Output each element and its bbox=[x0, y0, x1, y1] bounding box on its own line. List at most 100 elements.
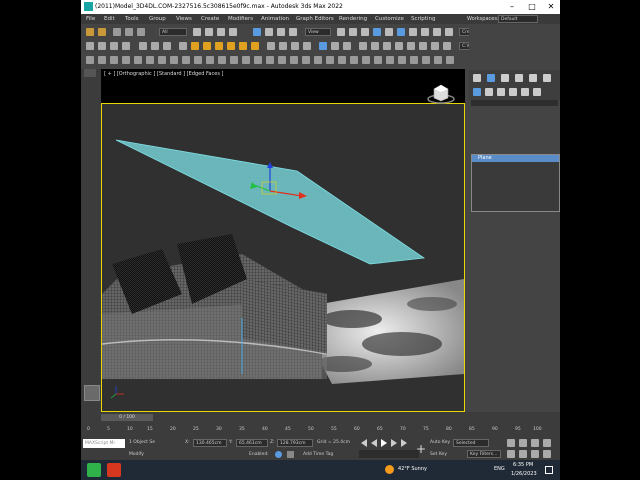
modify-tab-icon[interactable] bbox=[487, 74, 495, 82]
viewport-label[interactable]: [ + ] [Orthographic ] [Standard ] [Edged… bbox=[104, 71, 223, 77]
sun-icon[interactable] bbox=[203, 42, 211, 50]
zoom-extents-all-icon[interactable] bbox=[543, 439, 551, 447]
clock-time[interactable]: 6:35 PM bbox=[513, 462, 533, 468]
schematic-view-icon[interactable] bbox=[134, 56, 142, 64]
undo-icon[interactable] bbox=[86, 28, 94, 36]
plane-icon[interactable] bbox=[303, 42, 311, 50]
compositor-icon[interactable] bbox=[374, 56, 382, 64]
active-shade-icon[interactable] bbox=[151, 42, 159, 50]
perspective-viewport[interactable] bbox=[101, 103, 465, 412]
time-tag-icon[interactable] bbox=[287, 451, 294, 458]
object-paint-icon[interactable] bbox=[182, 56, 190, 64]
reference-coordinate-dropdown[interactable]: View bbox=[305, 28, 331, 36]
play-button[interactable] bbox=[379, 438, 388, 448]
camtasia-taskbar-icon[interactable] bbox=[87, 463, 101, 477]
hierarchy-tab-icon[interactable] bbox=[501, 74, 509, 82]
menu-edit[interactable]: Edit bbox=[104, 16, 115, 22]
auto-key-button[interactable]: Auto Key bbox=[430, 440, 450, 445]
selected-plane[interactable] bbox=[115, 139, 426, 265]
zoom-extents-icon[interactable] bbox=[531, 439, 539, 447]
symmetry-icon[interactable] bbox=[395, 42, 403, 50]
minimize-button[interactable]: – bbox=[505, 1, 519, 13]
sphere-icon[interactable] bbox=[279, 42, 287, 50]
spot-light-icon[interactable] bbox=[239, 42, 247, 50]
ribbon-toggle-icon[interactable] bbox=[86, 56, 94, 64]
helpers-icon[interactable] bbox=[521, 88, 529, 96]
menu-scripting[interactable]: Scripting bbox=[411, 16, 435, 22]
rectangle-selection-icon[interactable] bbox=[217, 28, 225, 36]
freeform-icon[interactable] bbox=[158, 56, 166, 64]
utilities-icon[interactable] bbox=[326, 56, 334, 64]
container-icon[interactable] bbox=[386, 56, 394, 64]
scene-explorer-icon[interactable] bbox=[110, 56, 118, 64]
hide-icon[interactable] bbox=[218, 56, 226, 64]
noise-icon[interactable] bbox=[443, 42, 451, 50]
hierarchy-icon[interactable] bbox=[302, 56, 310, 64]
mesh-smooth-icon[interactable] bbox=[359, 42, 367, 50]
batch-render-icon[interactable] bbox=[350, 56, 358, 64]
workspace-dropdown[interactable]: Default bbox=[498, 15, 538, 23]
previous-frame-button[interactable] bbox=[359, 438, 368, 448]
add-time-tag[interactable]: Add Time Tag bbox=[303, 452, 333, 457]
category-dropdown[interactable] bbox=[471, 100, 558, 106]
x-coordinate-field[interactable]: 130.465cm bbox=[193, 439, 227, 447]
render-production-icon[interactable] bbox=[122, 42, 130, 50]
render-online-icon[interactable] bbox=[163, 42, 171, 50]
isolate-icon[interactable] bbox=[206, 56, 214, 64]
zoom-icon[interactable] bbox=[507, 439, 515, 447]
xref-icon[interactable] bbox=[398, 56, 406, 64]
bind-space-warp-icon[interactable] bbox=[137, 28, 145, 36]
y-coordinate-field[interactable]: 65.461cm bbox=[236, 439, 268, 447]
polygon-modeling-icon[interactable] bbox=[146, 56, 154, 64]
teapot-icon[interactable] bbox=[86, 42, 94, 50]
menu-create[interactable]: Create bbox=[201, 16, 219, 22]
redo-icon[interactable] bbox=[98, 28, 106, 36]
helper-icon[interactable] bbox=[331, 42, 339, 50]
utilities-tab-icon[interactable] bbox=[543, 74, 551, 82]
shapes-icon[interactable] bbox=[485, 88, 493, 96]
keyboard-shortcut-override-icon[interactable] bbox=[361, 28, 369, 36]
freeze-icon[interactable] bbox=[230, 56, 238, 64]
set-key-button[interactable]: Set Key bbox=[430, 452, 447, 457]
pivot-center-icon[interactable] bbox=[337, 28, 345, 36]
shell-icon[interactable] bbox=[383, 42, 391, 50]
menu-tools[interactable]: Tools bbox=[125, 16, 139, 22]
select-object-icon[interactable] bbox=[193, 28, 201, 36]
omni-light-icon[interactable] bbox=[227, 42, 235, 50]
menu-views[interactable]: Views bbox=[176, 16, 192, 22]
space-warp-icon[interactable] bbox=[343, 42, 351, 50]
orbit-icon[interactable] bbox=[531, 450, 539, 458]
zoom-all-icon[interactable] bbox=[519, 439, 527, 447]
systems-icon[interactable] bbox=[533, 88, 541, 96]
environment-icon[interactable] bbox=[179, 42, 187, 50]
timeline-track[interactable]: 0 5 10 15 20 25 30 35 40 45 50 55 60 65 … bbox=[87, 425, 542, 435]
time-slider[interactable]: 0 / 100 bbox=[101, 414, 153, 421]
maximize-viewport-icon[interactable] bbox=[543, 450, 551, 458]
key-filters-button[interactable]: Key Filters... bbox=[467, 450, 501, 458]
notification-icon[interactable] bbox=[545, 466, 553, 474]
render-setup-icon[interactable] bbox=[98, 42, 106, 50]
menu-graph-editors[interactable]: Graph Editors bbox=[296, 16, 334, 22]
fbx-icon[interactable] bbox=[410, 56, 418, 64]
object-name-row[interactable]: Plane bbox=[472, 155, 559, 162]
state-sets-icon[interactable] bbox=[362, 56, 370, 64]
menu-customize[interactable]: Customize bbox=[375, 16, 404, 22]
viewport-config-icon[interactable] bbox=[254, 56, 262, 64]
cameras-icon[interactable] bbox=[509, 88, 517, 96]
select-by-name-icon[interactable] bbox=[205, 28, 213, 36]
motion-tab-icon[interactable] bbox=[515, 74, 523, 82]
mirror-icon[interactable] bbox=[433, 28, 441, 36]
lights-icon[interactable] bbox=[497, 88, 505, 96]
window-crossing-icon[interactable] bbox=[229, 28, 237, 36]
set-key-plus-icon[interactable]: + bbox=[414, 442, 428, 456]
weather-text[interactable]: 42°F Sunny bbox=[398, 466, 427, 472]
edit-named-selection-icon[interactable] bbox=[421, 28, 429, 36]
bend-icon[interactable] bbox=[431, 42, 439, 50]
camera-icon[interactable] bbox=[319, 42, 327, 50]
pan-icon[interactable] bbox=[519, 450, 527, 458]
maximize-button[interactable]: □ bbox=[525, 1, 539, 13]
key-selection-dropdown[interactable]: Selected bbox=[453, 439, 489, 447]
populate-icon[interactable] bbox=[194, 56, 202, 64]
link-icon[interactable] bbox=[113, 28, 121, 36]
photometric-light-icon[interactable] bbox=[251, 42, 259, 50]
